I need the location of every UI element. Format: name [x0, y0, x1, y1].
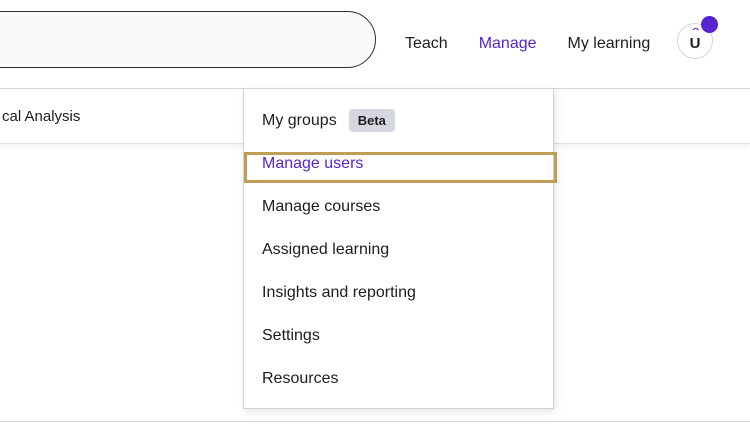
menu-item-manage-users[interactable]: Manage users: [244, 142, 553, 185]
menu-item-my-groups[interactable]: My groups Beta: [244, 99, 553, 142]
menu-item-insights-and-reporting[interactable]: Insights and reporting: [244, 271, 553, 314]
menu-item-resources[interactable]: Resources: [244, 357, 553, 400]
menu-item-label: Assigned learning: [262, 241, 389, 259]
menu-item-label: My groups: [262, 112, 337, 130]
top-header: Teach Manage My learning ˆ U: [0, 0, 750, 89]
avatar[interactable]: ˆ U: [677, 23, 713, 59]
logo-caret-icon: ˆ: [692, 30, 699, 36]
beta-badge: Beta: [349, 109, 395, 132]
nav-teach[interactable]: Teach: [405, 35, 448, 53]
menu-item-label: Resources: [262, 370, 338, 388]
divider: [0, 421, 750, 422]
breadcrumb: cal Analysis: [2, 108, 80, 125]
primary-nav: Teach Manage My learning: [405, 0, 650, 88]
nav-manage[interactable]: Manage: [479, 35, 537, 53]
menu-item-label: Manage users: [262, 155, 363, 173]
search-input[interactable]: [0, 11, 376, 68]
nav-my-learning[interactable]: My learning: [568, 35, 651, 53]
menu-item-label: Settings: [262, 327, 320, 345]
menu-item-label: Manage courses: [262, 198, 380, 216]
menu-item-manage-courses[interactable]: Manage courses: [244, 185, 553, 228]
notification-dot-icon: [701, 16, 718, 33]
menu-item-label: Insights and reporting: [262, 284, 416, 302]
menu-item-settings[interactable]: Settings: [244, 314, 553, 357]
manage-dropdown-menu: My groups Beta Manage users Manage cours…: [243, 88, 554, 409]
menu-item-assigned-learning[interactable]: Assigned learning: [244, 228, 553, 271]
